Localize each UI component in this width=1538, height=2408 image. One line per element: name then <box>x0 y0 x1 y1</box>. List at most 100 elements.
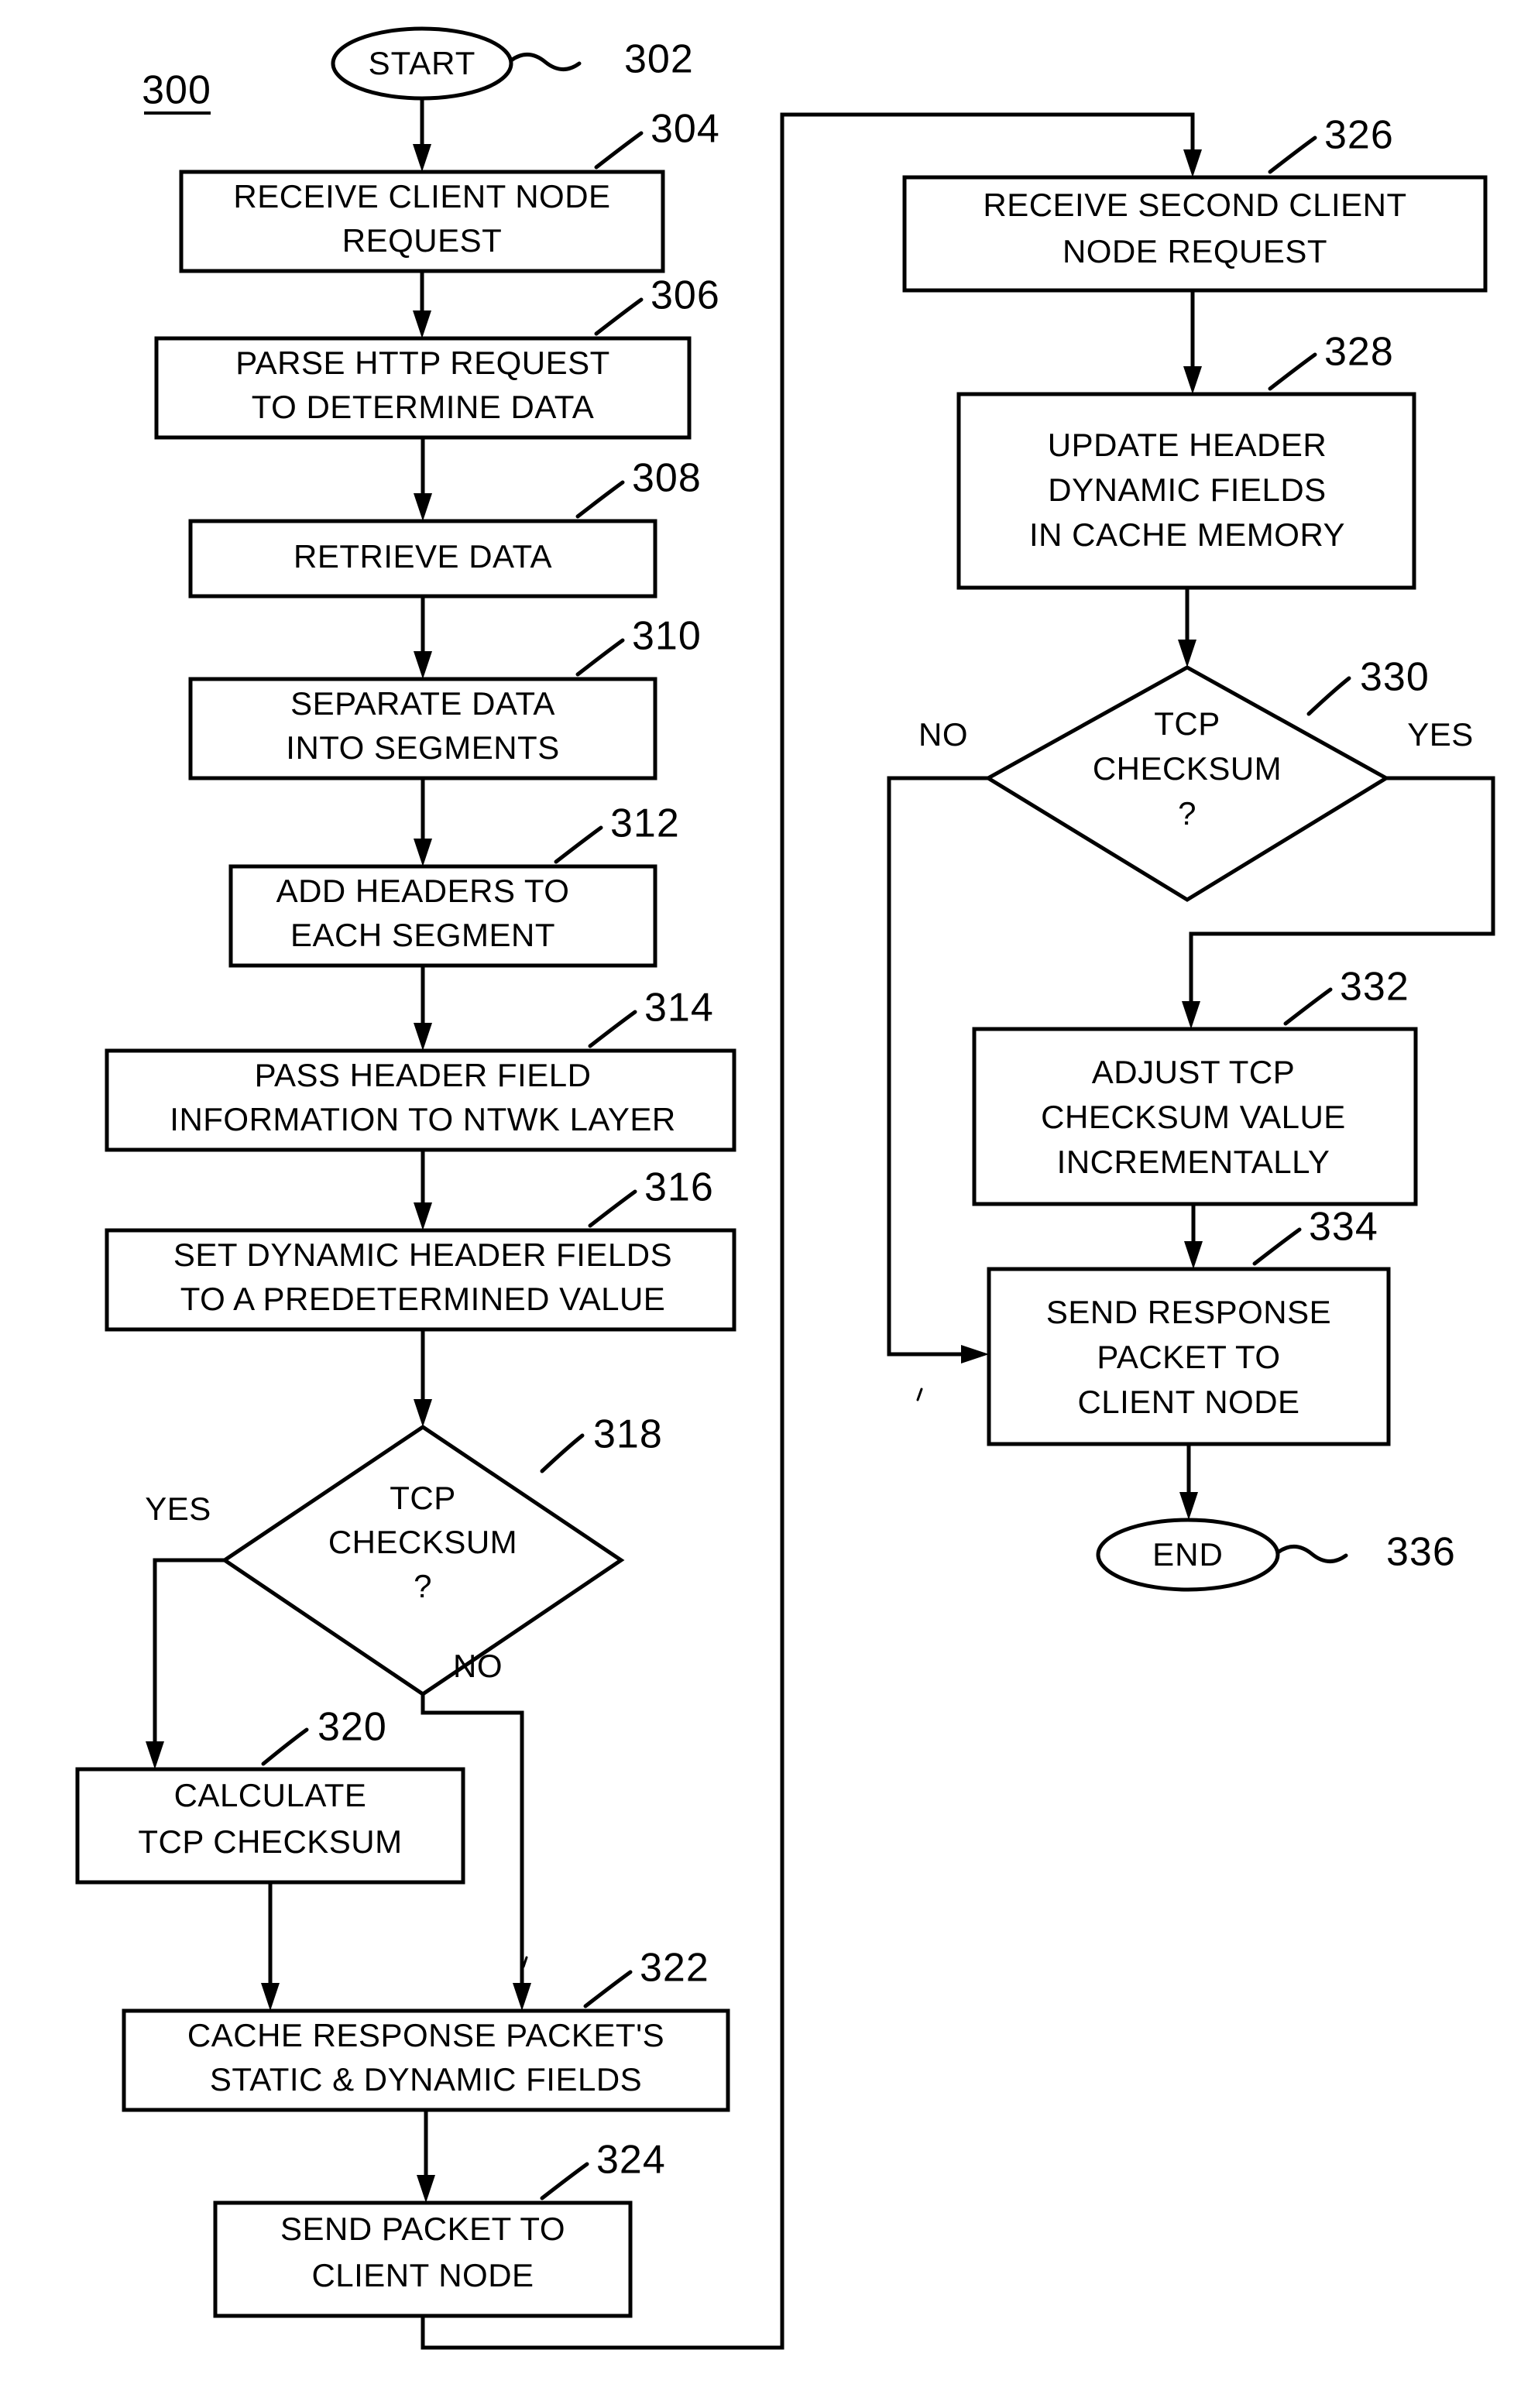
decision-318-line-3: ? <box>414 1568 432 1604</box>
figure-number: 300 <box>142 68 211 113</box>
process-box-304-line-2: REQUEST <box>342 222 503 259</box>
arrowhead-312-to-314 <box>414 1023 432 1051</box>
arrowhead-324-to-326 <box>1183 149 1202 177</box>
process-box-324-line-2: CLIENT NODE <box>311 2257 534 2293</box>
decision-330-line-2: CHECKSUM <box>1093 750 1282 787</box>
process-box-310-line-2: INTO SEGMENTS <box>286 729 559 766</box>
lead-line-304 <box>594 131 644 170</box>
process-box-316-line-2: TO A PREDETERMINED VALUE <box>180 1281 666 1317</box>
ref-number-304: 304 <box>651 107 720 152</box>
ref-number-318: 318 <box>593 1412 663 1457</box>
lead-line-302 <box>509 53 582 71</box>
ref-number-320: 320 <box>318 1705 387 1750</box>
process-box-324-line-1: SEND PACKET TO <box>280 2211 565 2247</box>
lead-line-322 <box>583 1970 633 2008</box>
arrowhead-330-no-to-334 <box>961 1345 989 1364</box>
lead-line-318 <box>540 1433 585 1473</box>
lead-line-332 <box>1283 987 1333 1026</box>
process-box-334-line-3: CLIENT NODE <box>1077 1384 1299 1420</box>
decision-330-yes-label: YES <box>1407 716 1474 753</box>
process-box-316-line-1: SET DYNAMIC HEADER FIELDS <box>173 1237 672 1273</box>
arrowhead-332-to-334 <box>1184 1241 1203 1269</box>
scan-artifact-mark-2 <box>522 1956 528 1968</box>
lead-line-330 <box>1306 676 1351 716</box>
arrowhead-316-to-318 <box>414 1399 432 1427</box>
arrowhead-330-yes-to-332 <box>1182 1001 1200 1029</box>
decision-330-line-3: ? <box>1178 795 1196 832</box>
lead-line-310 <box>575 638 625 677</box>
lead-line-316 <box>588 1189 637 1228</box>
lead-line-314 <box>588 1010 637 1048</box>
arrowhead-318-yes-to-320 <box>146 1741 164 1769</box>
process-box-322-line-1: CACHE RESPONSE PACKET'S <box>187 2017 664 2053</box>
arrowhead-320-to-322 <box>261 1983 280 2011</box>
arrowhead-310-to-312 <box>414 839 432 866</box>
process-box-328-line-3: IN CACHE MEMORY <box>1029 516 1345 553</box>
ref-number-302: 302 <box>624 37 694 82</box>
lead-line-328 <box>1268 352 1317 391</box>
ref-number-312: 312 <box>610 801 680 846</box>
decision-318-yes-label: YES <box>145 1490 211 1527</box>
connector-318-yes-to-320 <box>153 1558 227 1757</box>
lead-line-306 <box>594 297 644 336</box>
process-box-320-line-1: CALCULATE <box>174 1777 367 1813</box>
ref-number-324: 324 <box>596 2138 666 2183</box>
process-box-312-line-1: ADD HEADERS TO <box>276 873 570 909</box>
process-box-320-line-2: TCP CHECKSUM <box>138 1823 402 1860</box>
lead-line-312 <box>554 825 603 864</box>
arrowhead-start-to-304 <box>413 144 431 172</box>
arrowhead-328-to-330 <box>1178 640 1196 667</box>
lead-line-324 <box>540 2162 589 2200</box>
process-box-322-line-2: STATIC & DYNAMIC FIELDS <box>210 2061 642 2098</box>
ref-number-322: 322 <box>640 1946 709 1991</box>
arrowhead-318-no-to-322 <box>513 1983 531 2011</box>
lead-line-320 <box>261 1727 309 1766</box>
process-box-332-line-1: ADJUST TCP <box>1092 1054 1296 1090</box>
process-box-334-line-2: PACKET TO <box>1097 1339 1280 1375</box>
decision-318-line-1: TCP <box>390 1480 456 1516</box>
ref-number-334: 334 <box>1309 1205 1378 1250</box>
end-label: END <box>1152 1536 1224 1573</box>
ref-number-336: 336 <box>1386 1530 1456 1575</box>
ref-number-314: 314 <box>644 986 714 1031</box>
ref-number-328: 328 <box>1324 330 1394 375</box>
lead-line-334 <box>1252 1227 1302 1266</box>
process-box-314-line-2: INFORMATION TO NTWK LAYER <box>170 1101 675 1137</box>
arrowhead-334-to-end <box>1179 1492 1198 1520</box>
arrowhead-308-to-310 <box>414 651 432 679</box>
process-box-304-line-1: RECEIVE CLIENT NODE <box>233 178 610 214</box>
ref-number-316: 316 <box>644 1165 714 1210</box>
decision-318-no-label: NO <box>453 1648 503 1684</box>
ref-number-310: 310 <box>632 614 702 659</box>
decision-330-line-1: TCP <box>1154 705 1220 742</box>
lead-line-326 <box>1268 135 1317 174</box>
ref-number-306: 306 <box>651 273 720 318</box>
process-box-310-line-1: SEPARATE DATA <box>290 685 555 722</box>
process-box-312-line-2: EACH SEGMENT <box>290 917 555 953</box>
process-box-314-line-1: PASS HEADER FIELD <box>255 1057 592 1093</box>
ref-number-332: 332 <box>1340 965 1409 1010</box>
process-box-328-line-2: DYNAMIC FIELDS <box>1048 472 1326 508</box>
process-box-306-line-1: PARSE HTTP REQUEST <box>235 345 610 381</box>
process-box-326-line-2: NODE REQUEST <box>1063 233 1327 269</box>
process-box-328-line-1: UPDATE HEADER <box>1048 427 1327 463</box>
lead-line-336 <box>1275 1545 1348 1563</box>
ref-number-308: 308 <box>632 456 702 501</box>
scan-artifact-mark <box>916 1388 923 1401</box>
decision-318-line-2: CHECKSUM <box>328 1524 517 1560</box>
ref-number-326: 326 <box>1324 113 1394 158</box>
arrowhead-304-to-306 <box>413 310 431 338</box>
decision-330-no-label: NO <box>918 716 968 753</box>
process-box-334-line-1: SEND RESPONSE <box>1046 1294 1331 1330</box>
process-box-332-line-2: CHECKSUM VALUE <box>1041 1099 1346 1135</box>
arrowhead-326-to-328 <box>1183 366 1202 394</box>
lead-line-308 <box>575 480 625 519</box>
arrowhead-306-to-308 <box>414 493 432 521</box>
flowchart-svg: 300 START 302 RECEIVE CLIENT NODE REQUES… <box>75 26 1495 2350</box>
process-box-332-line-3: INCREMENTALLY <box>1057 1144 1330 1180</box>
flowchart-page: 300 START 302 RECEIVE CLIENT NODE REQUES… <box>0 0 1538 2408</box>
decision-diamond-318 <box>221 1424 625 1697</box>
ref-number-330: 330 <box>1360 655 1430 700</box>
process-box-306-line-2: TO DETERMINE DATA <box>252 389 595 425</box>
start-label: START <box>369 45 476 81</box>
